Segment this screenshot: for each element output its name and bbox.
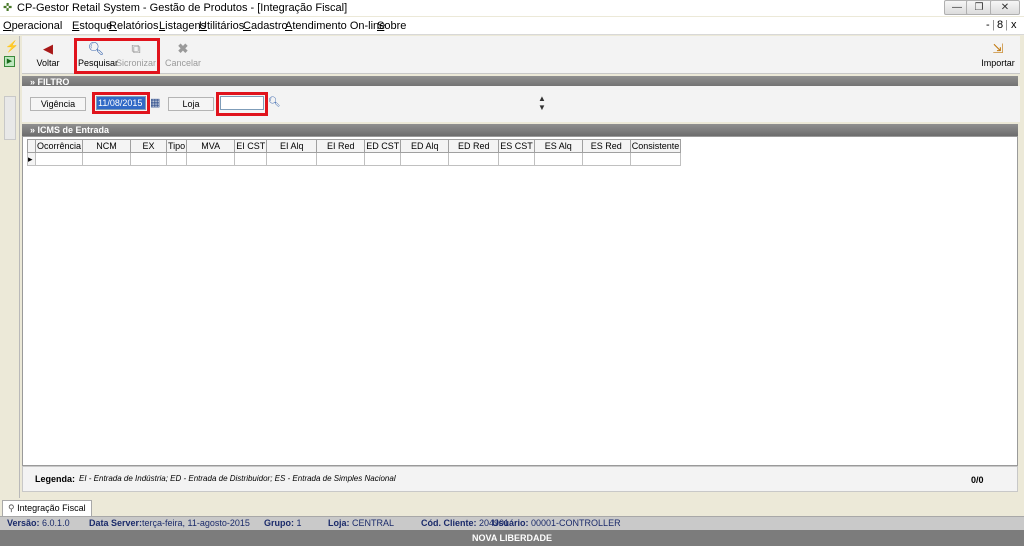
row-selector-header xyxy=(27,139,36,153)
loja-search-icon[interactable]: 🔍︎ xyxy=(268,96,281,110)
column-header[interactable]: EI Alq xyxy=(266,139,318,153)
column-header[interactable]: Ocorrência xyxy=(34,139,84,153)
column-header[interactable]: ED Red xyxy=(448,139,500,153)
table-cell[interactable] xyxy=(581,152,631,166)
table-cell[interactable] xyxy=(34,152,84,166)
table-cell[interactable] xyxy=(82,152,132,166)
legend-text: EI - Entrada de Indústria; ED - Entrada … xyxy=(79,474,396,483)
table-cell[interactable] xyxy=(400,152,450,166)
close-button[interactable]: ✕ xyxy=(990,0,1020,15)
table-cell[interactable] xyxy=(629,152,682,166)
column-header[interactable]: ED CST xyxy=(364,139,402,153)
mdi-separator: | xyxy=(1005,19,1008,31)
arrow-left-icon: ◀ xyxy=(43,41,53,56)
mdi-minimize-button[interactable]: - xyxy=(986,19,990,32)
column-header[interactable]: ES Red xyxy=(581,139,631,153)
icms-grid[interactable]: Ocorrência NCM EX Tipo MVA EI CST EI Alq… xyxy=(22,136,1018,466)
status-versao: Versão: 6.0.1.0 xyxy=(7,518,70,528)
table-cell[interactable] xyxy=(186,152,236,166)
menu-vertical-tab[interactable] xyxy=(4,96,16,140)
importar-button[interactable]: ⇲ Importar xyxy=(980,40,1016,72)
table-cell[interactable] xyxy=(498,152,535,166)
menu-operacional[interactable]: Operacional xyxy=(3,19,62,33)
document-tab[interactable]: ⚲ Integração Fiscal xyxy=(2,500,92,516)
column-header[interactable]: EX xyxy=(130,139,168,153)
expand-collapse-icon[interactable]: ▲ ▼ xyxy=(536,94,548,112)
vigencia-date-field[interactable]: 11/08/2015 xyxy=(96,96,146,110)
table-cell[interactable] xyxy=(166,152,188,166)
table-cell[interactable] xyxy=(316,152,366,166)
menu-estoque[interactable]: Estoque xyxy=(72,19,112,33)
menu-sobre[interactable]: Sobre xyxy=(377,19,406,33)
vigencia-label: Vigência xyxy=(30,97,86,111)
sicronizar-button[interactable]: ⧉ Sicronizar xyxy=(116,40,156,72)
left-dock-strip: ⚡ ▶ xyxy=(0,36,20,498)
calendar-icon[interactable]: ▦ xyxy=(150,96,162,110)
column-header[interactable]: EI CST xyxy=(234,139,268,153)
menu-atendimento-online[interactable]: Atendimento On-line xyxy=(285,19,385,33)
toolbar: ◀ Voltar 🔍︎ Pesquisar ⧉ Sicronizar ✖ Can… xyxy=(22,36,1020,74)
row-selector[interactable]: ▸ xyxy=(27,152,36,166)
restore-button[interactable]: ❐ xyxy=(966,0,992,15)
record-count: 0/0 xyxy=(971,475,984,485)
window-title: CP-Gestor Retail System - Gestão de Prod… xyxy=(17,2,348,14)
column-header[interactable]: ES Alq xyxy=(533,139,583,153)
cancelar-button[interactable]: ✖ Cancelar xyxy=(164,40,202,72)
table-cell[interactable] xyxy=(234,152,268,166)
voltar-button[interactable]: ◀ Voltar xyxy=(34,40,62,72)
status-grupo: Grupo: 1 xyxy=(264,518,302,528)
status-bar: Versão: 6.0.1.0 Data Server:terça-feira,… xyxy=(0,516,1024,530)
column-header[interactable]: MVA xyxy=(186,139,236,153)
menu-cadastro[interactable]: Cadastro xyxy=(243,19,288,33)
mdi-restore-button[interactable]: 8 xyxy=(997,19,1003,32)
lightning-icon[interactable]: ⚡ xyxy=(5,40,19,53)
mdi-separator: | xyxy=(992,19,995,31)
column-header[interactable]: Consistente xyxy=(629,139,682,153)
icms-table: Ocorrência NCM EX Tipo MVA EI CST EI Alq… xyxy=(27,139,682,166)
sync-documents-icon: ⧉ xyxy=(131,41,141,56)
table-row[interactable]: ▸ xyxy=(27,152,682,166)
status-data-server: Data Server:terça-feira, 11-agosto-2015 xyxy=(89,518,250,528)
cancel-x-icon: ✖ xyxy=(177,41,189,56)
pesquisar-button[interactable]: 🔍︎ Pesquisar xyxy=(78,40,118,72)
play-icon[interactable]: ▶ xyxy=(4,56,15,67)
mdi-close-button[interactable]: x xyxy=(1011,19,1017,32)
footer-bar: NOVA LIBERDADE xyxy=(0,530,1024,546)
import-icon: ⇲ xyxy=(992,41,1004,56)
table-cell[interactable] xyxy=(448,152,500,166)
title-bar: ✜ CP-Gestor Retail System - Gestão de Pr… xyxy=(0,0,1024,16)
icms-section-header: » ICMS de Entrada xyxy=(22,124,1018,136)
table-cell[interactable] xyxy=(533,152,583,166)
column-header[interactable]: ED Alq xyxy=(400,139,450,153)
legend-label: Legenda: xyxy=(35,474,76,484)
table-cell[interactable] xyxy=(364,152,402,166)
globe-search-icon: 🔍︎ xyxy=(87,41,105,56)
app-icon: ✜ xyxy=(3,2,13,14)
table-cell[interactable] xyxy=(266,152,318,166)
loja-input[interactable] xyxy=(220,96,264,110)
filter-panel: Vigência 11/08/2015 ▦ Loja 🔍︎ ▲ ▼ xyxy=(22,86,1020,122)
menu-utilitarios[interactable]: Utilitários xyxy=(199,19,244,33)
table-header-row: Ocorrência NCM EX Tipo MVA EI CST EI Alq… xyxy=(27,139,682,153)
wrench-icon: ⚲ xyxy=(8,503,15,513)
loja-label: Loja xyxy=(168,97,214,111)
column-header[interactable]: NCM xyxy=(82,139,132,153)
status-usuario: Usuário: 00001-CONTROLLER xyxy=(492,518,621,528)
column-header[interactable]: Tipo xyxy=(166,139,188,153)
column-header[interactable]: ES CST xyxy=(498,139,535,153)
legend-bar: Legenda: EI - Entrada de Indústria; ED -… xyxy=(22,466,1018,492)
status-loja: Loja: CENTRAL xyxy=(328,518,395,528)
menu-relatorios[interactable]: Relatórios xyxy=(109,19,159,33)
menu-bar: Operacional Estoque Relatórios Listagens… xyxy=(0,17,1024,35)
table-cell[interactable] xyxy=(130,152,168,166)
column-header[interactable]: EI Red xyxy=(316,139,366,153)
